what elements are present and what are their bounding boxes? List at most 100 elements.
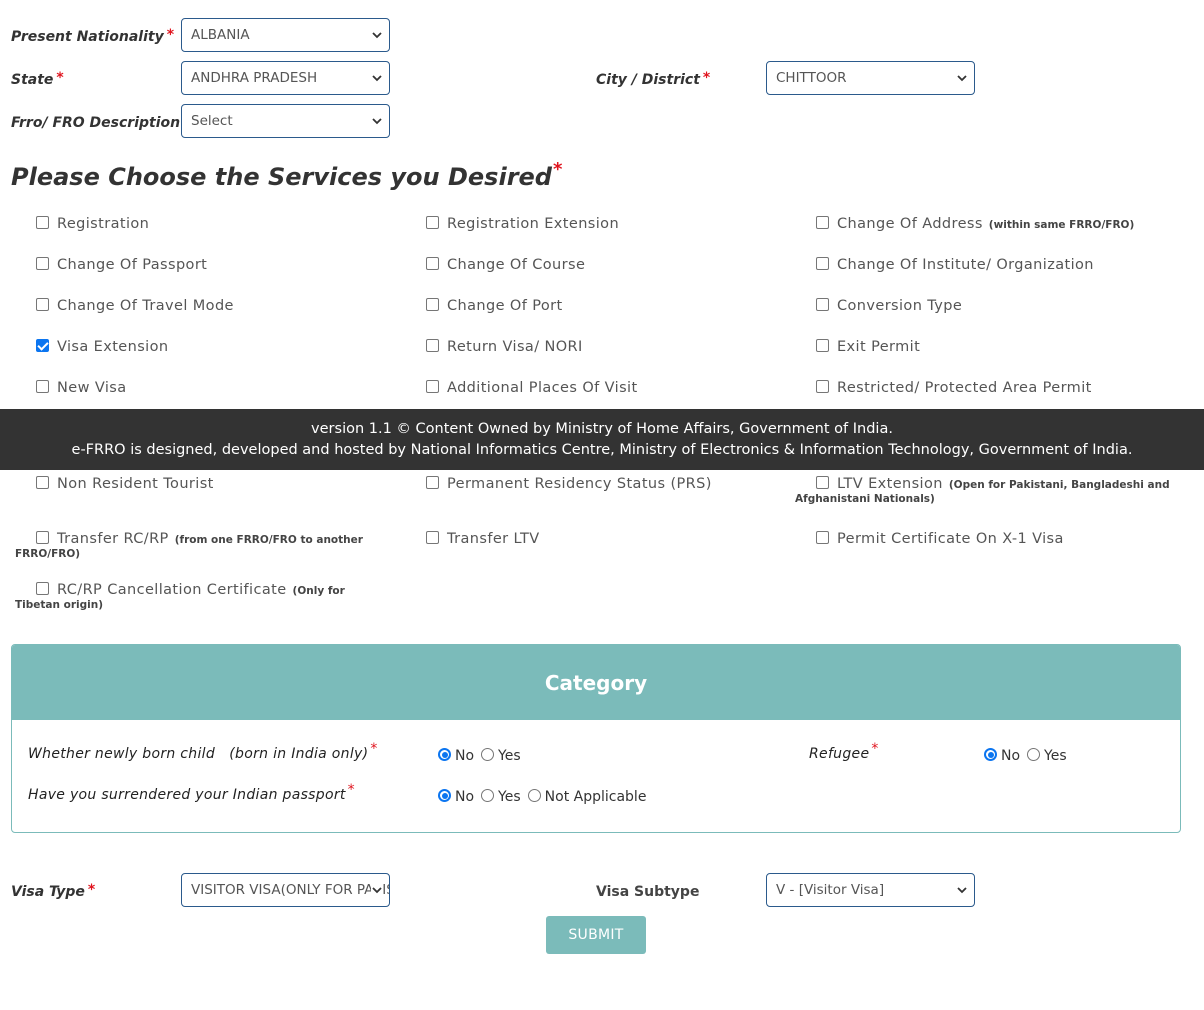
radio-label: Yes bbox=[498, 748, 521, 764]
radio-selected[interactable] bbox=[438, 789, 451, 802]
service-option[interactable]: New Visa bbox=[36, 380, 127, 396]
refugee-option-yes[interactable]: Yes bbox=[1027, 748, 1067, 764]
nationality-label: Present Nationality * bbox=[11, 27, 174, 45]
checkbox[interactable] bbox=[426, 298, 439, 311]
checkbox[interactable] bbox=[36, 531, 49, 544]
visa-type-label-text: Visa Type bbox=[11, 884, 85, 900]
chevron-down-icon bbox=[371, 874, 383, 906]
service-option[interactable]: LTV Extension (Open for Pakistani, Bangla… bbox=[795, 476, 1170, 505]
checkbox[interactable] bbox=[426, 257, 439, 270]
passport-question-text: Have you surrendered your Indian passpor… bbox=[28, 787, 346, 803]
checkbox[interactable] bbox=[816, 216, 829, 229]
checkbox[interactable] bbox=[426, 339, 439, 352]
service-note-continued: Tibetan origin) bbox=[15, 599, 104, 611]
service-option[interactable]: Non Resident Tourist bbox=[36, 476, 214, 492]
passport-option-not-applicable[interactable]: Not Applicable bbox=[527, 789, 646, 805]
passport-option-no[interactable]: No bbox=[438, 789, 474, 805]
service-option[interactable]: Permit Certificate On X-1 Visa bbox=[816, 531, 1064, 547]
radio[interactable] bbox=[481, 748, 495, 761]
checkbox[interactable] bbox=[816, 380, 829, 393]
checkbox[interactable] bbox=[426, 476, 439, 489]
visa-type-value: VISITOR VISA(ONLY FOR PAKISTANI NATIONAL… bbox=[191, 882, 389, 898]
service-option[interactable]: Return Visa/ NORI bbox=[426, 339, 583, 355]
service-option[interactable]: Registration Extension bbox=[426, 216, 619, 232]
checkbox[interactable] bbox=[426, 531, 439, 544]
state-select[interactable]: ANDHRA PRADESH bbox=[181, 61, 390, 95]
city-label: City / District * bbox=[596, 70, 710, 88]
refugee-question-text: Refugee bbox=[809, 746, 870, 762]
service-option[interactable]: Permanent Residency Status (PRS) bbox=[426, 476, 712, 492]
service-option[interactable]: Visa Extension bbox=[36, 339, 168, 355]
city-select[interactable]: CHITTOOR bbox=[766, 61, 975, 95]
radio-selected[interactable] bbox=[438, 748, 451, 761]
service-label: Change Of Course bbox=[447, 257, 586, 273]
radio[interactable] bbox=[1027, 748, 1041, 761]
service-option[interactable]: Restricted/ Protected Area Permit bbox=[816, 380, 1092, 396]
service-label: Transfer RC/RP bbox=[57, 531, 169, 547]
radio[interactable] bbox=[527, 789, 541, 802]
service-option[interactable]: Transfer LTV bbox=[426, 531, 540, 547]
category-title: Category bbox=[544, 670, 648, 695]
service-option[interactable]: Change Of Travel Mode bbox=[36, 298, 234, 314]
submit-button[interactable]: SUBMIT bbox=[546, 916, 646, 954]
service-option[interactable]: Additional Places Of Visit bbox=[426, 380, 638, 396]
radio[interactable] bbox=[481, 789, 495, 802]
checkbox[interactable] bbox=[426, 380, 439, 393]
checkbox[interactable] bbox=[426, 216, 439, 229]
frro-value: Select bbox=[191, 113, 233, 129]
required-marker: * bbox=[347, 782, 355, 798]
refugee-option-no[interactable]: No bbox=[984, 748, 1020, 764]
refugee-question: Refugee * bbox=[809, 741, 879, 762]
visa-subtype-select[interactable]: V - [Visitor Visa] bbox=[766, 873, 975, 907]
newborn-option-yes[interactable]: Yes bbox=[481, 748, 521, 764]
service-option[interactable]: RC/RP Cancellation Certificate (Only for T… bbox=[15, 582, 345, 611]
service-label: Transfer LTV bbox=[447, 531, 540, 547]
service-label: Non Resident Tourist bbox=[57, 476, 214, 492]
service-note: (Only for bbox=[292, 585, 345, 597]
nationality-value: ALBANIA bbox=[191, 27, 250, 43]
service-option[interactable]: Change Of Port bbox=[426, 298, 563, 314]
services-heading: Please Choose the Services you Desired* bbox=[11, 159, 562, 191]
passport-option-yes[interactable]: Yes bbox=[481, 789, 521, 805]
service-option[interactable]: Exit Permit bbox=[816, 339, 920, 355]
radio-label: No bbox=[455, 748, 475, 764]
footer-line-1: version 1.1 © Content Owned by Ministry … bbox=[311, 421, 893, 437]
service-option[interactable]: Registration bbox=[36, 216, 149, 232]
checkbox[interactable] bbox=[816, 298, 829, 311]
checkbox[interactable] bbox=[36, 257, 49, 270]
chevron-down-icon bbox=[371, 62, 383, 94]
service-option[interactable]: Change Of Institute/ Organization bbox=[816, 257, 1094, 273]
required-marker: * bbox=[552, 159, 563, 180]
service-label: Change Of Passport bbox=[57, 257, 208, 273]
service-option[interactable]: Change Of Address (within same FRRO/FRO) bbox=[816, 216, 1134, 232]
visa-type-select[interactable]: VISITOR VISA(ONLY FOR PAKISTANI NATIONAL… bbox=[181, 873, 390, 907]
frro-select[interactable]: Select bbox=[181, 104, 390, 138]
service-label: Restricted/ Protected Area Permit bbox=[837, 380, 1092, 396]
city-label-text: City / District bbox=[596, 72, 700, 88]
service-option[interactable]: Transfer RC/RP (from one FRRO/FRO to anot… bbox=[15, 531, 363, 560]
checkbox[interactable] bbox=[816, 339, 829, 352]
service-note: (from one FRRO/FRO to another bbox=[174, 534, 363, 546]
service-option[interactable]: Change Of Passport bbox=[36, 257, 207, 273]
checkbox[interactable] bbox=[36, 216, 49, 229]
service-note: (Open for Pakistani, Bangladeshi and bbox=[948, 479, 1170, 491]
nationality-label-text: Present Nationality bbox=[11, 29, 164, 45]
frro-label: Frro/ FRO Description* bbox=[11, 113, 190, 131]
checkbox[interactable] bbox=[816, 476, 829, 489]
chevron-down-icon bbox=[371, 105, 383, 137]
service-option[interactable]: Conversion Type bbox=[816, 298, 962, 314]
service-option[interactable]: Change Of Course bbox=[426, 257, 585, 273]
nationality-select[interactable]: ALBANIA bbox=[181, 18, 390, 52]
refugee-radio-group: No Yes bbox=[984, 748, 1074, 764]
chevron-down-icon bbox=[956, 62, 968, 94]
checkbox[interactable] bbox=[816, 257, 829, 270]
newborn-option-no[interactable]: No bbox=[438, 748, 474, 764]
checkbox[interactable] bbox=[36, 582, 49, 595]
radio-selected[interactable] bbox=[984, 748, 997, 761]
checkbox[interactable] bbox=[816, 531, 829, 544]
checkbox-checked[interactable] bbox=[36, 339, 49, 352]
checkbox[interactable] bbox=[36, 298, 49, 311]
frro-label-text: Frro/ FRO Description bbox=[11, 115, 181, 131]
checkbox[interactable] bbox=[36, 380, 49, 393]
checkbox[interactable] bbox=[36, 476, 49, 489]
